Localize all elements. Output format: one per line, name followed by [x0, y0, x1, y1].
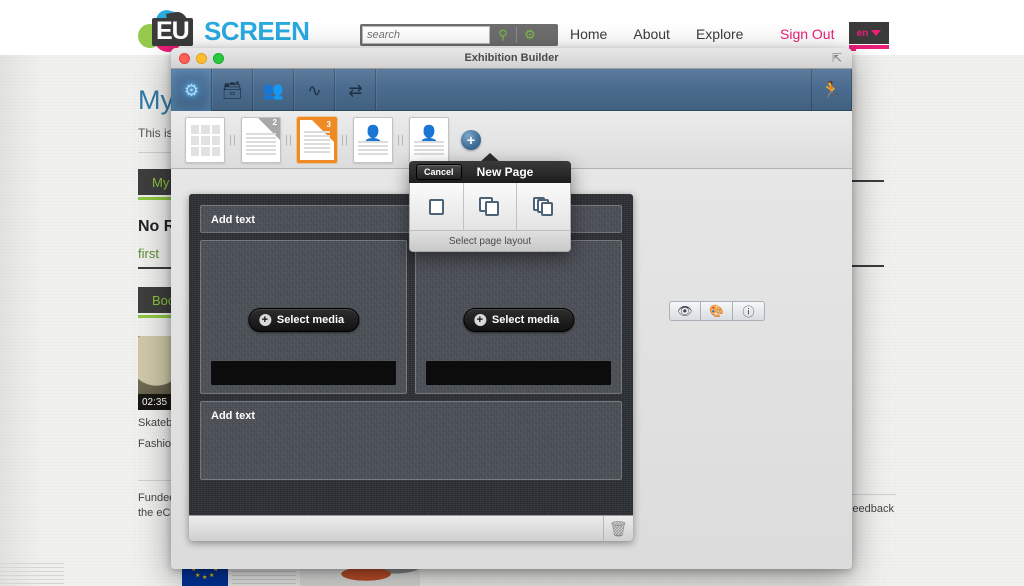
pulse-icon: ∿: [307, 80, 322, 100]
logo-eu-text: EU: [152, 18, 193, 46]
info-icon: ⓘ: [742, 304, 755, 319]
language-underline: [849, 45, 889, 49]
page-thumb-person-2[interactable]: 👤: [409, 116, 449, 163]
preview-run-button[interactable]: 🏃: [811, 69, 852, 111]
popover-title: New Page: [476, 165, 534, 179]
site-logo[interactable]: EU SCREEN: [133, 7, 318, 55]
screen-root: My This is My No R first Boo 02:35 Skate…: [0, 0, 1024, 586]
caption-bar-left[interactable]: [211, 361, 396, 385]
select-media-button-right[interactable]: + Select media: [462, 308, 575, 333]
plus-icon: +: [473, 314, 486, 327]
page-thumb-person-1[interactable]: 👤: [353, 116, 393, 163]
page-number: 2: [272, 117, 277, 127]
strip-separator: ||: [397, 133, 405, 146]
nav-item-about[interactable]: About: [633, 26, 670, 48]
exhibition-builder-window: Exhibition Builder ⇱ ⚙ 🗃 👥 ∿ ⇄ 🏃 || 2 ||…: [171, 48, 852, 569]
people-icon: 👥: [262, 80, 285, 100]
media-zone-left[interactable]: + Select media: [200, 240, 407, 394]
select-media-label: Select media: [491, 314, 560, 327]
inbox-icon: 🗃: [221, 80, 244, 100]
language-code: en: [856, 27, 869, 39]
activity-tab[interactable]: ∿: [294, 69, 335, 111]
gear-icon: ⚙: [183, 80, 200, 100]
eye-icon: 👁: [677, 304, 693, 318]
popover-footer: Select page layout: [409, 230, 571, 252]
trash-icon[interactable]: 🗑: [603, 516, 633, 541]
strip-separator: ||: [341, 133, 349, 146]
page-lines-icon: [414, 140, 444, 157]
add-text-label: Add text: [211, 410, 255, 422]
grid-icon: [191, 124, 220, 156]
sign-out-link[interactable]: Sign Out: [780, 26, 834, 42]
search-icon[interactable]: ⚲: [490, 26, 516, 44]
add-text-label: Add text: [211, 214, 255, 226]
shuffle-icon: ⇄: [348, 80, 363, 100]
new-page-popover: Cancel New Page Select page layout: [409, 153, 571, 252]
info-button[interactable]: ⓘ: [733, 301, 765, 321]
app-toolbar: ⚙ 🗃 👥 ∿ ⇄ 🏃: [171, 69, 852, 111]
nav-item-explore[interactable]: Explore: [696, 26, 743, 48]
main-nav: Home About Explore: [570, 26, 743, 48]
select-media-button-left[interactable]: + Select media: [247, 308, 360, 333]
people-tab[interactable]: 👥: [253, 69, 294, 111]
search-input[interactable]: [362, 26, 490, 44]
strip-separator: ||: [285, 133, 293, 146]
settings-tab[interactable]: ⚙: [171, 69, 212, 111]
feedback-divider: [848, 494, 896, 495]
layout-double-page[interactable]: [462, 183, 517, 230]
theme-palette-button[interactable]: 🎨: [701, 301, 733, 321]
popover-options: [409, 183, 571, 230]
feedback-link[interactable]: Feedback: [846, 503, 894, 515]
canvas-footer-bar: 🗑: [189, 515, 633, 541]
page-thumb-grid[interactable]: [185, 116, 225, 163]
layout-single-page[interactable]: [410, 183, 463, 230]
window-title: Exhibition Builder: [464, 52, 559, 64]
popover-header: Cancel New Page: [409, 161, 571, 183]
media-zone-right[interactable]: + Select media: [415, 240, 622, 394]
language-selector[interactable]: en: [849, 22, 889, 44]
shuffle-tab[interactable]: ⇄: [335, 69, 376, 111]
multi-page-icon: [532, 196, 555, 217]
page-lines-icon: [304, 130, 330, 155]
single-page-icon: [425, 197, 447, 217]
search-box: ⚲ ⚙: [360, 24, 558, 46]
page-thumb-3[interactable]: 3: [297, 116, 337, 163]
footer-decoration-left: [0, 562, 64, 584]
gear-icon[interactable]: ⚙: [517, 26, 543, 44]
resize-icon[interactable]: ⇱: [832, 52, 845, 65]
inspector-button-group: 👁 🎨 ⓘ: [669, 301, 765, 321]
page-number: 3: [326, 119, 331, 129]
site-header: EU SCREEN ⚲ ⚙ Home About Explore Sign Ou…: [0, 0, 1024, 55]
nav-item-home[interactable]: Home: [570, 26, 607, 48]
text-zone-bottom[interactable]: Add text: [200, 401, 622, 480]
page-lines-icon: [358, 140, 388, 157]
logo-screen-text: SCREEN: [204, 16, 310, 46]
toolbar-spacer: [376, 69, 811, 110]
layout-multi-page[interactable]: [516, 183, 570, 230]
plus-icon: +: [258, 314, 271, 327]
select-media-label: Select media: [276, 314, 345, 327]
chevron-down-icon: [871, 30, 882, 36]
add-page-button[interactable]: +: [461, 129, 481, 150]
caption-bar-right[interactable]: [426, 361, 611, 385]
strip-separator: ||: [229, 133, 237, 146]
preview-eye-button[interactable]: 👁: [669, 301, 701, 321]
running-person-icon: 🏃: [820, 80, 843, 100]
archive-tab[interactable]: 🗃: [212, 69, 253, 111]
window-titlebar: Exhibition Builder ⇱: [171, 48, 852, 69]
palette-icon: 🎨: [709, 304, 724, 318]
page-thumb-2[interactable]: 2: [241, 116, 281, 163]
double-page-icon: [479, 196, 501, 217]
page-lines-icon: [246, 132, 276, 157]
